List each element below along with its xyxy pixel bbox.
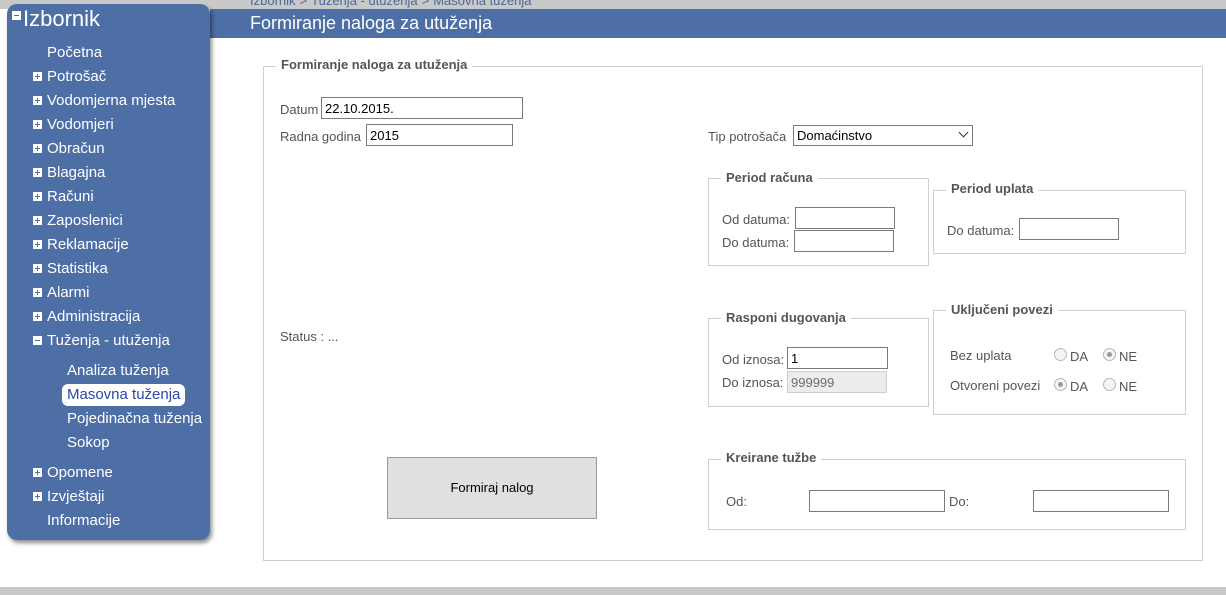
rasponi-od-label: Od iznosa: xyxy=(722,352,785,367)
otvoreni-da-radio[interactable] xyxy=(1054,378,1067,391)
sidebar: Izbornik Početna Potrošač Vodomjerna mje… xyxy=(7,4,210,540)
datum-input[interactable] xyxy=(321,97,523,119)
breadcrumb: Izbornik > Tuženja - utuženja > Masovna tuže… xyxy=(250,0,535,8)
breadcrumb-item-current[interactable]: Masovna tuženja xyxy=(433,0,531,8)
bez-uplata-da-label: DA xyxy=(1070,349,1089,364)
sidebar-subitem-masovna-tuzenja[interactable]: Masovna tuženja xyxy=(62,384,186,406)
expand-icon[interactable] xyxy=(33,264,42,273)
sidebar-item-label: Blagajna xyxy=(47,164,106,181)
expand-icon[interactable] xyxy=(33,120,42,129)
otvoreni-da-label: DA xyxy=(1070,379,1089,394)
period-racuna-od-label: Od datuma: xyxy=(722,212,790,227)
sidebar-item-label: Tuženja - utuženja xyxy=(47,332,170,349)
bez-uplata-label: Bez uplata xyxy=(950,348,1012,363)
sidebar-item-label: Opomene xyxy=(47,464,113,481)
sidebar-item-label: Potrošač xyxy=(47,68,107,85)
status-text: Status : ... xyxy=(280,329,339,344)
expand-icon[interactable] xyxy=(33,96,42,105)
bez-uplata-da-radio[interactable] xyxy=(1054,348,1067,361)
expand-icon[interactable] xyxy=(33,240,42,249)
kreirane-legend: Kreirane tužbe xyxy=(721,450,822,465)
ukljuceni-legend: Uključeni povezi xyxy=(946,302,1058,317)
sidebar-item-label: Administracija xyxy=(47,308,141,325)
period-uplata-legend: Period uplata xyxy=(946,181,1039,196)
collapse-icon[interactable] xyxy=(33,336,42,345)
form-legend: Formiranje naloga za utuženja xyxy=(276,57,473,72)
kreirane-od-label: Od: xyxy=(726,494,747,509)
expand-icon[interactable] xyxy=(33,492,42,501)
period-racuna-do-input[interactable] xyxy=(794,230,894,252)
expand-icon[interactable] xyxy=(33,468,42,477)
tip-potrosaca-select[interactable]: Domaćinstvo xyxy=(793,125,973,146)
sidebar-subitem-pojedinacna-tuzenja[interactable]: Pojedinačna tuženja xyxy=(67,408,202,430)
collapse-icon[interactable] xyxy=(12,11,21,20)
expand-icon[interactable] xyxy=(33,192,42,201)
radna-godina-label: Radna godina xyxy=(280,129,361,144)
sidebar-title-label: Izbornik xyxy=(23,6,101,31)
expand-icon[interactable] xyxy=(33,288,42,297)
rasponi-legend: Rasponi dugovanja xyxy=(721,310,851,325)
sidebar-item-label: Obračun xyxy=(47,140,105,157)
sidebar-title[interactable]: Izbornik xyxy=(12,6,100,32)
period-racuna-od-input[interactable] xyxy=(795,207,895,229)
bez-uplata-ne-radio[interactable] xyxy=(1103,348,1116,361)
expand-icon[interactable] xyxy=(33,216,42,225)
breadcrumb-separator: > xyxy=(299,0,308,8)
sidebar-item-label: Izvještaji xyxy=(47,488,105,505)
sidebar-item-label: Reklamacije xyxy=(47,236,129,253)
sidebar-item-label: Alarmi xyxy=(47,284,90,301)
expand-icon[interactable] xyxy=(33,144,42,153)
sidebar-subitem-analiza-tuzenja[interactable]: Analiza tuženja xyxy=(67,360,169,382)
breadcrumb-item[interactable]: Tuženja - utuženja xyxy=(311,0,417,8)
tip-potrosaca-value: Domaćinstvo xyxy=(797,128,873,143)
expand-icon[interactable] xyxy=(33,72,42,81)
radna-godina-input[interactable] xyxy=(366,124,513,146)
datum-label: Datum xyxy=(280,102,319,117)
kreirane-do-input[interactable] xyxy=(1033,490,1169,512)
rasponi-do-label: Do iznosa: xyxy=(722,375,784,390)
expand-icon[interactable] xyxy=(33,168,42,177)
bottom-strip xyxy=(0,587,1226,595)
period-racuna-do-label: Do datuma: xyxy=(722,235,790,250)
rasponi-do-input xyxy=(787,371,887,393)
period-uplata-do-input[interactable] xyxy=(1019,218,1119,240)
formiraj-nalog-button[interactable]: Formiraj nalog xyxy=(387,457,597,519)
kreirane-od-input[interactable] xyxy=(809,490,945,512)
chevron-down-icon xyxy=(958,127,969,138)
kreirane-do-label: Do: xyxy=(949,494,970,509)
otvoreni-ne-radio[interactable] xyxy=(1103,378,1116,391)
otvoreni-ne-label: NE xyxy=(1119,379,1138,394)
breadcrumb-separator: > xyxy=(421,0,430,8)
sidebar-subitem-sokop[interactable]: Sokop xyxy=(67,432,110,454)
otvoreni-povezi-label: Otvoreni povezi xyxy=(950,378,1041,393)
breadcrumb-item[interactable]: Izbornik xyxy=(250,0,296,8)
rasponi-od-input[interactable] xyxy=(787,347,888,369)
sidebar-item-label: Informacije xyxy=(47,512,121,529)
page-title: Formiranje naloga za utuženja xyxy=(250,13,493,33)
sidebar-item-label: Početna xyxy=(47,44,103,61)
period-uplata-do-label: Do datuma: xyxy=(947,223,1015,238)
sidebar-item-label: Vodomjeri xyxy=(47,116,114,133)
sidebar-item-label: Statistika xyxy=(47,260,108,277)
bez-uplata-ne-label: NE xyxy=(1119,349,1138,364)
sidebar-item-label: Zaposlenici xyxy=(47,212,123,229)
period-racuna-legend: Period računa xyxy=(721,170,818,185)
tip-potrosaca-label: Tip potrošača xyxy=(708,129,787,144)
sidebar-item-label: Računi xyxy=(47,188,94,205)
sidebar-item-label: Vodomjerna mjesta xyxy=(47,92,176,109)
expand-icon[interactable] xyxy=(33,312,42,321)
